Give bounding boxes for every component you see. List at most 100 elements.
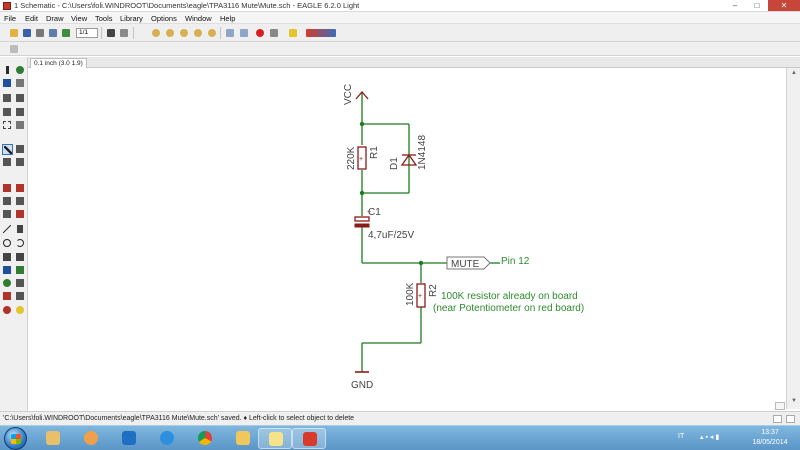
note-line-2[interactable]: (near Potentiometer on red board) (433, 303, 584, 314)
miter-icon[interactable] (15, 196, 26, 207)
move-icon[interactable] (2, 93, 13, 104)
run-ulp-icon[interactable] (105, 27, 116, 38)
wire-icon[interactable] (2, 224, 13, 235)
start-button[interactable] (4, 427, 27, 450)
language-indicator[interactable]: IT (678, 433, 684, 440)
mark-icon[interactable] (15, 78, 26, 89)
zoom-select-icon[interactable] (206, 27, 217, 38)
errors-icon[interactable] (15, 305, 26, 316)
media-player-icon[interactable] (74, 428, 108, 449)
display-icon[interactable] (2, 78, 13, 89)
redo-icon[interactable] (238, 27, 249, 38)
menu-help[interactable]: Help (220, 14, 235, 23)
menu-window[interactable]: Window (185, 14, 212, 23)
polygon-icon[interactable] (15, 252, 26, 263)
zoom-out-icon[interactable] (178, 27, 189, 38)
dimension-icon[interactable] (15, 291, 26, 302)
pin-12-annotation[interactable]: Pin 12 (501, 256, 530, 267)
net-icon[interactable] (15, 265, 26, 276)
menu-draw[interactable]: Draw (46, 14, 64, 23)
name-icon[interactable] (2, 183, 13, 194)
delete-icon[interactable] (2, 144, 13, 155)
menu-file[interactable]: File (4, 14, 16, 23)
close-button[interactable]: ✕ (768, 0, 800, 11)
rect-icon[interactable] (2, 252, 13, 263)
note-line-1[interactable]: 100K resistor already on board (441, 291, 578, 302)
go-icon[interactable] (268, 27, 279, 38)
r1-origin-mark[interactable]: + (359, 156, 363, 163)
erc-icon[interactable] (2, 305, 13, 316)
value-icon[interactable] (15, 183, 26, 194)
split-icon[interactable] (2, 209, 13, 220)
rotate-icon[interactable] (15, 107, 26, 118)
menu-edit[interactable]: Edit (25, 14, 38, 23)
mute-label[interactable]: MUTE (451, 259, 480, 270)
mirror-icon[interactable] (2, 107, 13, 118)
r1-name[interactable]: R1 (369, 146, 380, 159)
undo-icon[interactable] (224, 27, 235, 38)
c1-capacitor-plate-bottom[interactable] (354, 223, 370, 228)
info-icon[interactable] (2, 65, 13, 76)
layer-select-icon[interactable] (8, 43, 19, 54)
vcc-label[interactable]: VCC (343, 84, 354, 105)
c1-capacitor-plate-top[interactable] (354, 216, 370, 222)
change-icon[interactable] (15, 120, 26, 131)
label-icon[interactable] (15, 278, 26, 289)
zoom-in-icon[interactable] (164, 27, 175, 38)
system-clock[interactable]: 13:37 18/05/2014 (748, 428, 792, 448)
print-icon[interactable] (34, 27, 45, 38)
r2-value[interactable]: 100K (405, 282, 416, 306)
chrome-icon[interactable] (188, 428, 222, 449)
d1-value[interactable]: 1N4148 (417, 135, 428, 170)
layer-icon[interactable] (118, 27, 129, 38)
invoke-icon[interactable] (15, 209, 26, 220)
scroll-down-icon[interactable]: ▼ (790, 398, 798, 406)
board-icon[interactable] (60, 27, 71, 38)
stop-icon[interactable] (254, 27, 265, 38)
notes-icon[interactable] (258, 428, 292, 449)
maximize-button[interactable]: □ (746, 0, 768, 11)
design-link-icon[interactable] (304, 27, 338, 38)
r2-origin-mark[interactable]: + (418, 293, 422, 300)
show-icon[interactable] (15, 65, 26, 76)
attribute-icon[interactable] (2, 291, 13, 302)
c1-value[interactable]: 4,7uF/25V (368, 230, 414, 241)
r2-name[interactable]: R2 (428, 284, 439, 297)
arc-icon[interactable] (15, 238, 26, 249)
group-icon[interactable] (2, 120, 13, 131)
grid-selector[interactable]: 1/1 (76, 28, 98, 38)
schematic-drawing[interactable]: VCC +220K R1 D1 1N4148 + C1 4,7uF/25V MUTE Pin 12… (28, 68, 786, 409)
folder-icon[interactable] (226, 428, 260, 449)
add-icon[interactable] (15, 144, 26, 155)
explorer-icon[interactable] (36, 428, 70, 449)
replace-icon[interactable] (15, 157, 26, 168)
tray-icons[interactable]: ▴ ▪ ◂ ▮ (700, 433, 719, 441)
menu-view[interactable]: View (71, 14, 87, 23)
junction-icon[interactable] (2, 278, 13, 289)
pinswap-icon[interactable] (2, 157, 13, 168)
zoom-fit-icon[interactable] (150, 27, 161, 38)
maxthon-icon[interactable] (112, 428, 146, 449)
d1-name[interactable]: D1 (389, 157, 400, 170)
c1-name[interactable]: C1 (368, 207, 381, 218)
eagle-icon[interactable] (292, 428, 326, 449)
internet-explorer-icon[interactable] (150, 428, 184, 449)
help-icon[interactable] (287, 27, 298, 38)
bus-icon[interactable] (2, 265, 13, 276)
gnd-label[interactable]: GND (351, 380, 373, 391)
save-icon[interactable] (21, 27, 32, 38)
r1-value[interactable]: 220K (346, 146, 357, 170)
open-icon[interactable] (8, 27, 19, 38)
schematic-canvas[interactable]: VCC +220K R1 D1 1N4148 + C1 4,7uF/25V MUTE Pin 12… (28, 68, 786, 409)
menu-tools[interactable]: Tools (95, 14, 113, 23)
menu-options[interactable]: Options (151, 14, 177, 23)
text-icon[interactable] (15, 224, 26, 235)
vertical-scrollbar[interactable]: ▲ ▼ (786, 68, 800, 409)
minimize-button[interactable]: – (724, 0, 746, 11)
smash-icon[interactable] (2, 196, 13, 207)
circle-icon[interactable] (2, 238, 13, 249)
cam-icon[interactable] (47, 27, 58, 38)
menu-library[interactable]: Library (120, 14, 143, 23)
copy-icon[interactable] (15, 93, 26, 104)
zoom-redraw-icon[interactable] (192, 27, 203, 38)
